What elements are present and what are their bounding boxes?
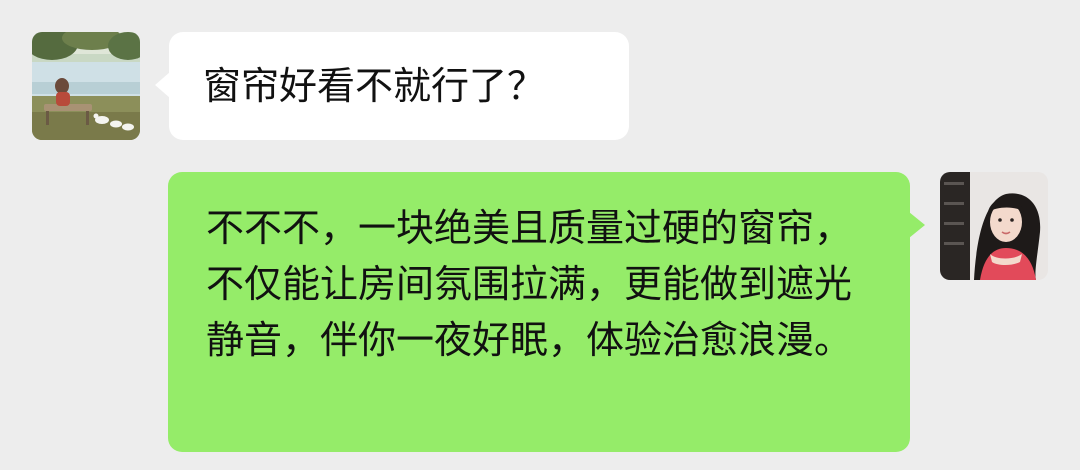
portrait-photo-image [940,172,1048,280]
outgoing-message-bubble[interactable]: 不不不，一块绝美且质量过硬的窗帘，不仅能让房间氛围拉满，更能做到遮光静音，伴你一… [168,172,925,452]
contact-avatar[interactable] [32,32,140,140]
outgoing-message-text: 不不不，一块绝美且质量过硬的窗帘，不仅能让房间氛围拉满，更能做到遮光静音，伴你一… [206,206,853,362]
incoming-message-text: 窗帘好看不就行了？ [203,64,546,108]
outdoor-photo-image [32,32,140,140]
user-avatar[interactable] [940,172,1048,280]
incoming-message-bubble[interactable]: 窗帘好看不就行了？ [155,32,629,140]
